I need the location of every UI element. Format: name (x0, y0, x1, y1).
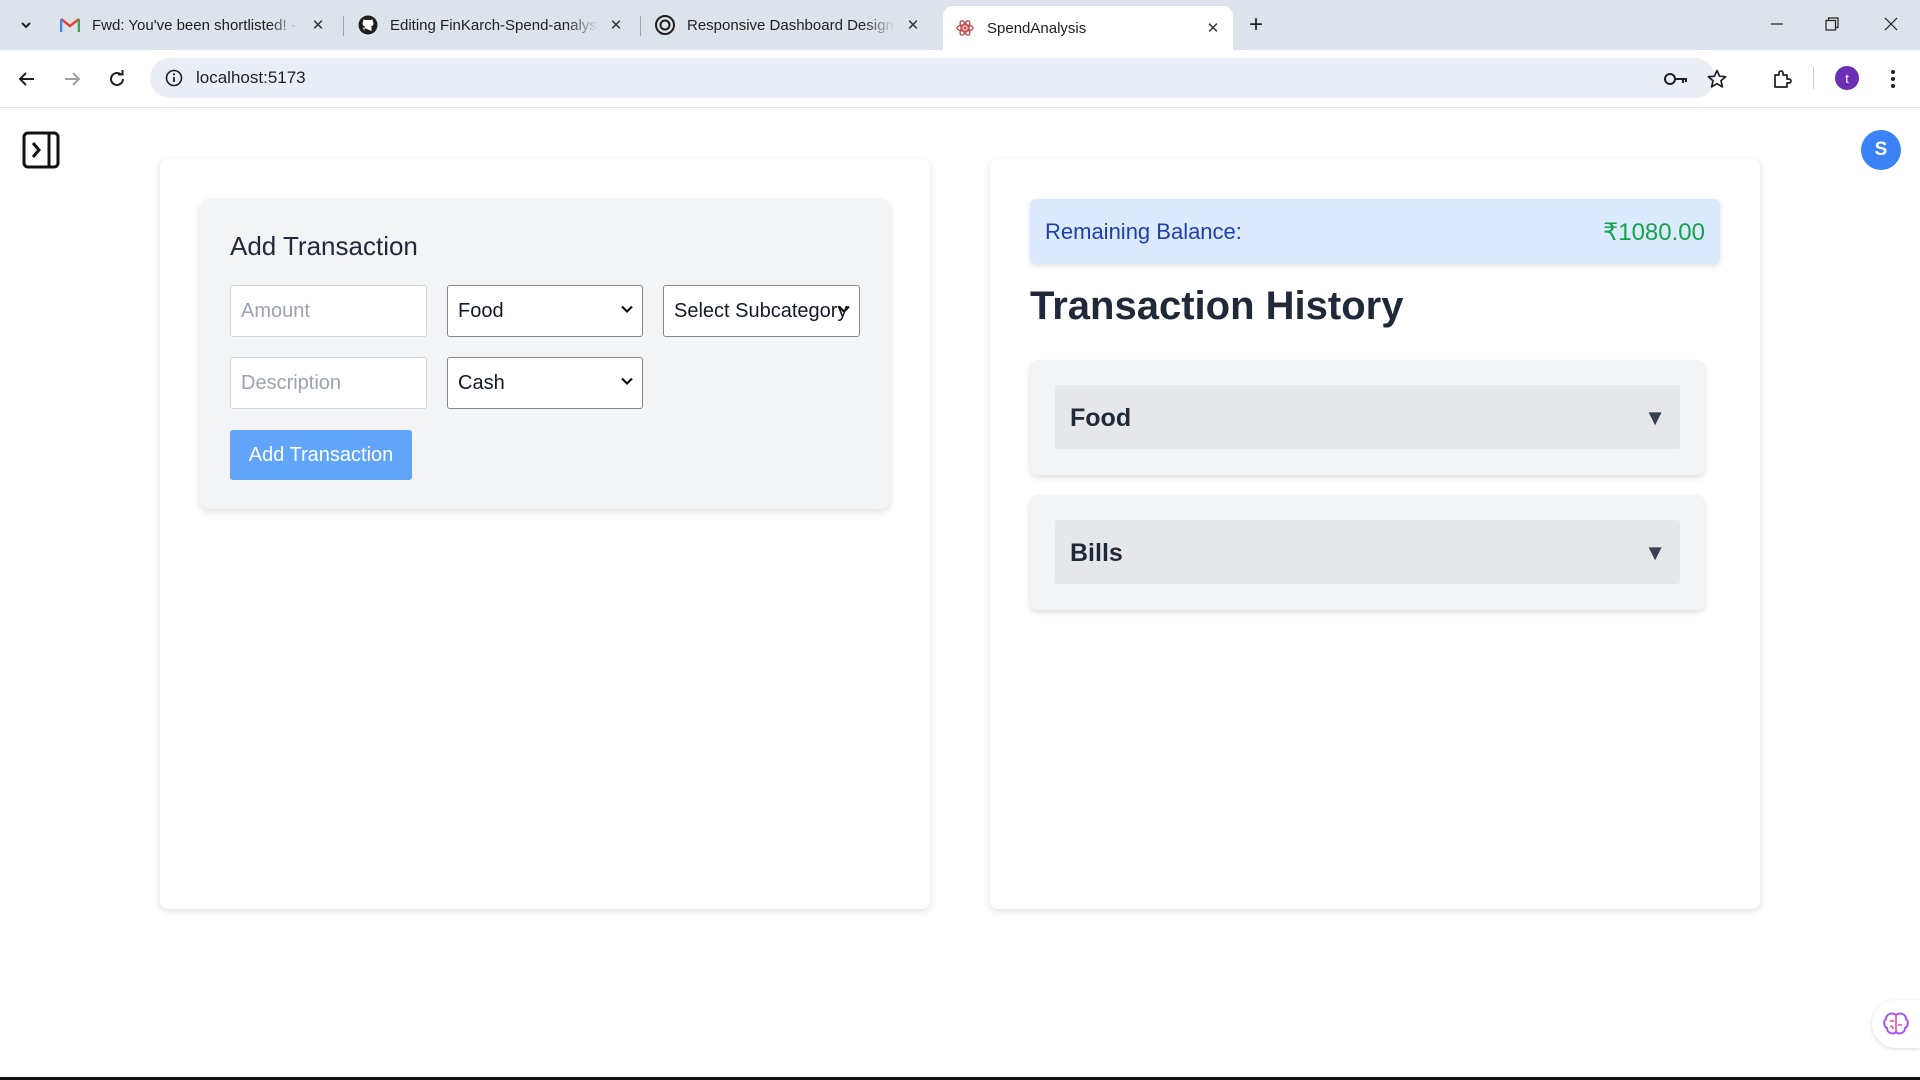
tab-github[interactable]: Editing FinKarch-Spend-analysis ✕ (346, 6, 636, 44)
close-tab-icon[interactable]: ✕ (1203, 18, 1223, 38)
subcategory-select-value: Select Subcategory (674, 299, 848, 322)
react-icon (955, 18, 975, 38)
expand-arrow-icon[interactable]: ▼ (1644, 405, 1666, 431)
tab-separator (343, 16, 344, 36)
payment-method-select[interactable]: Cash (447, 357, 643, 409)
add-transaction-form: Add Transaction Amount Food Select Subca… (200, 199, 890, 509)
category-select[interactable]: Food (447, 285, 643, 337)
new-tab-plus-icon[interactable]: + (1242, 11, 1270, 39)
balance-label: Remaining Balance: (1045, 219, 1242, 244)
tab-chatgpt[interactable]: Responsive Dashboard Design ✕ (643, 6, 933, 44)
browser-profile-avatar[interactable]: t (1835, 66, 1859, 90)
toolbar-divider (1813, 67, 1814, 89)
tab-separator (640, 16, 641, 36)
amount-input[interactable]: Amount (230, 285, 427, 337)
gmail-icon (60, 15, 80, 35)
password-key-icon[interactable] (1663, 66, 1689, 92)
tab-title: Editing FinKarch-Spend-analysis (390, 16, 598, 34)
chevron-down-icon (838, 305, 850, 314)
browser-toolbar: localhost:5173 (0, 50, 1920, 108)
subcategory-select[interactable]: Select Subcategory (663, 285, 860, 337)
transaction-history-panel: Remaining Balance: ₹1080.00 Transaction … (990, 159, 1760, 909)
payment-method-value: Cash (458, 371, 505, 394)
category-group-food: Food ▼ (1030, 360, 1705, 475)
app-page: S Add Transaction Amount Food Select Sub… (0, 109, 1920, 1080)
tab-search-chevron-icon[interactable] (12, 11, 40, 39)
close-tab-icon[interactable]: ✕ (308, 15, 328, 35)
github-icon (358, 15, 378, 35)
user-avatar[interactable]: S (1861, 130, 1901, 170)
expand-arrow-icon[interactable]: ▼ (1644, 540, 1666, 566)
close-window-icon[interactable] (1873, 8, 1909, 40)
category-select-value: Food (458, 299, 504, 322)
reload-icon[interactable] (102, 64, 132, 94)
category-header-food[interactable]: Food ▼ (1055, 385, 1680, 449)
browser-tabstrip: Fwd: You've been shortlisted! - t ✕ Edit… (0, 0, 1920, 50)
add-transaction-panel: Add Transaction Amount Food Select Subca… (160, 159, 930, 909)
category-name: Bills (1070, 539, 1123, 567)
extensions-puzzle-icon[interactable] (1767, 64, 1797, 94)
balance-value: ₹1080.00 (1602, 219, 1705, 246)
tab-gmail[interactable]: Fwd: You've been shortlisted! - t ✕ (48, 6, 338, 44)
close-tab-icon[interactable]: ✕ (903, 15, 923, 35)
category-group-bills: Bills ▼ (1030, 495, 1705, 610)
category-name: Food (1070, 404, 1132, 432)
category-header-bills[interactable]: Bills ▼ (1055, 520, 1680, 584)
history-title: Transaction History (1030, 284, 1404, 328)
add-transaction-button[interactable]: Add Transaction (230, 430, 412, 480)
site-info-icon[interactable] (164, 68, 184, 88)
tab-title: Responsive Dashboard Design (687, 16, 894, 34)
sidebar-toggle-icon[interactable] (22, 131, 60, 169)
forward-arrow-icon[interactable] (57, 64, 87, 94)
chevron-down-icon (621, 377, 633, 386)
openai-icon (655, 15, 675, 35)
back-arrow-icon[interactable] (12, 64, 42, 94)
minimize-icon[interactable] (1759, 8, 1795, 40)
tab-title: Fwd: You've been shortlisted! - t (92, 16, 300, 34)
chevron-down-icon (621, 305, 633, 314)
form-title: Add Transaction (230, 231, 418, 261)
restore-icon[interactable] (1814, 8, 1850, 40)
address-bar[interactable]: localhost:5173 (150, 58, 1727, 98)
assistant-brain-icon[interactable] (1872, 1000, 1920, 1048)
tab-spendanalysis[interactable]: SpendAnalysis ✕ (943, 6, 1233, 50)
remaining-balance-card: Remaining Balance: ₹1080.00 (1030, 199, 1720, 264)
tab-title: SpendAnalysis (987, 19, 1087, 37)
more-menu-icon[interactable] (1878, 64, 1908, 94)
url-text: localhost:5173 (196, 68, 306, 87)
description-input[interactable]: Description (230, 357, 427, 409)
close-tab-icon[interactable]: ✕ (606, 15, 626, 35)
bookmark-star-icon[interactable] (1704, 66, 1730, 92)
